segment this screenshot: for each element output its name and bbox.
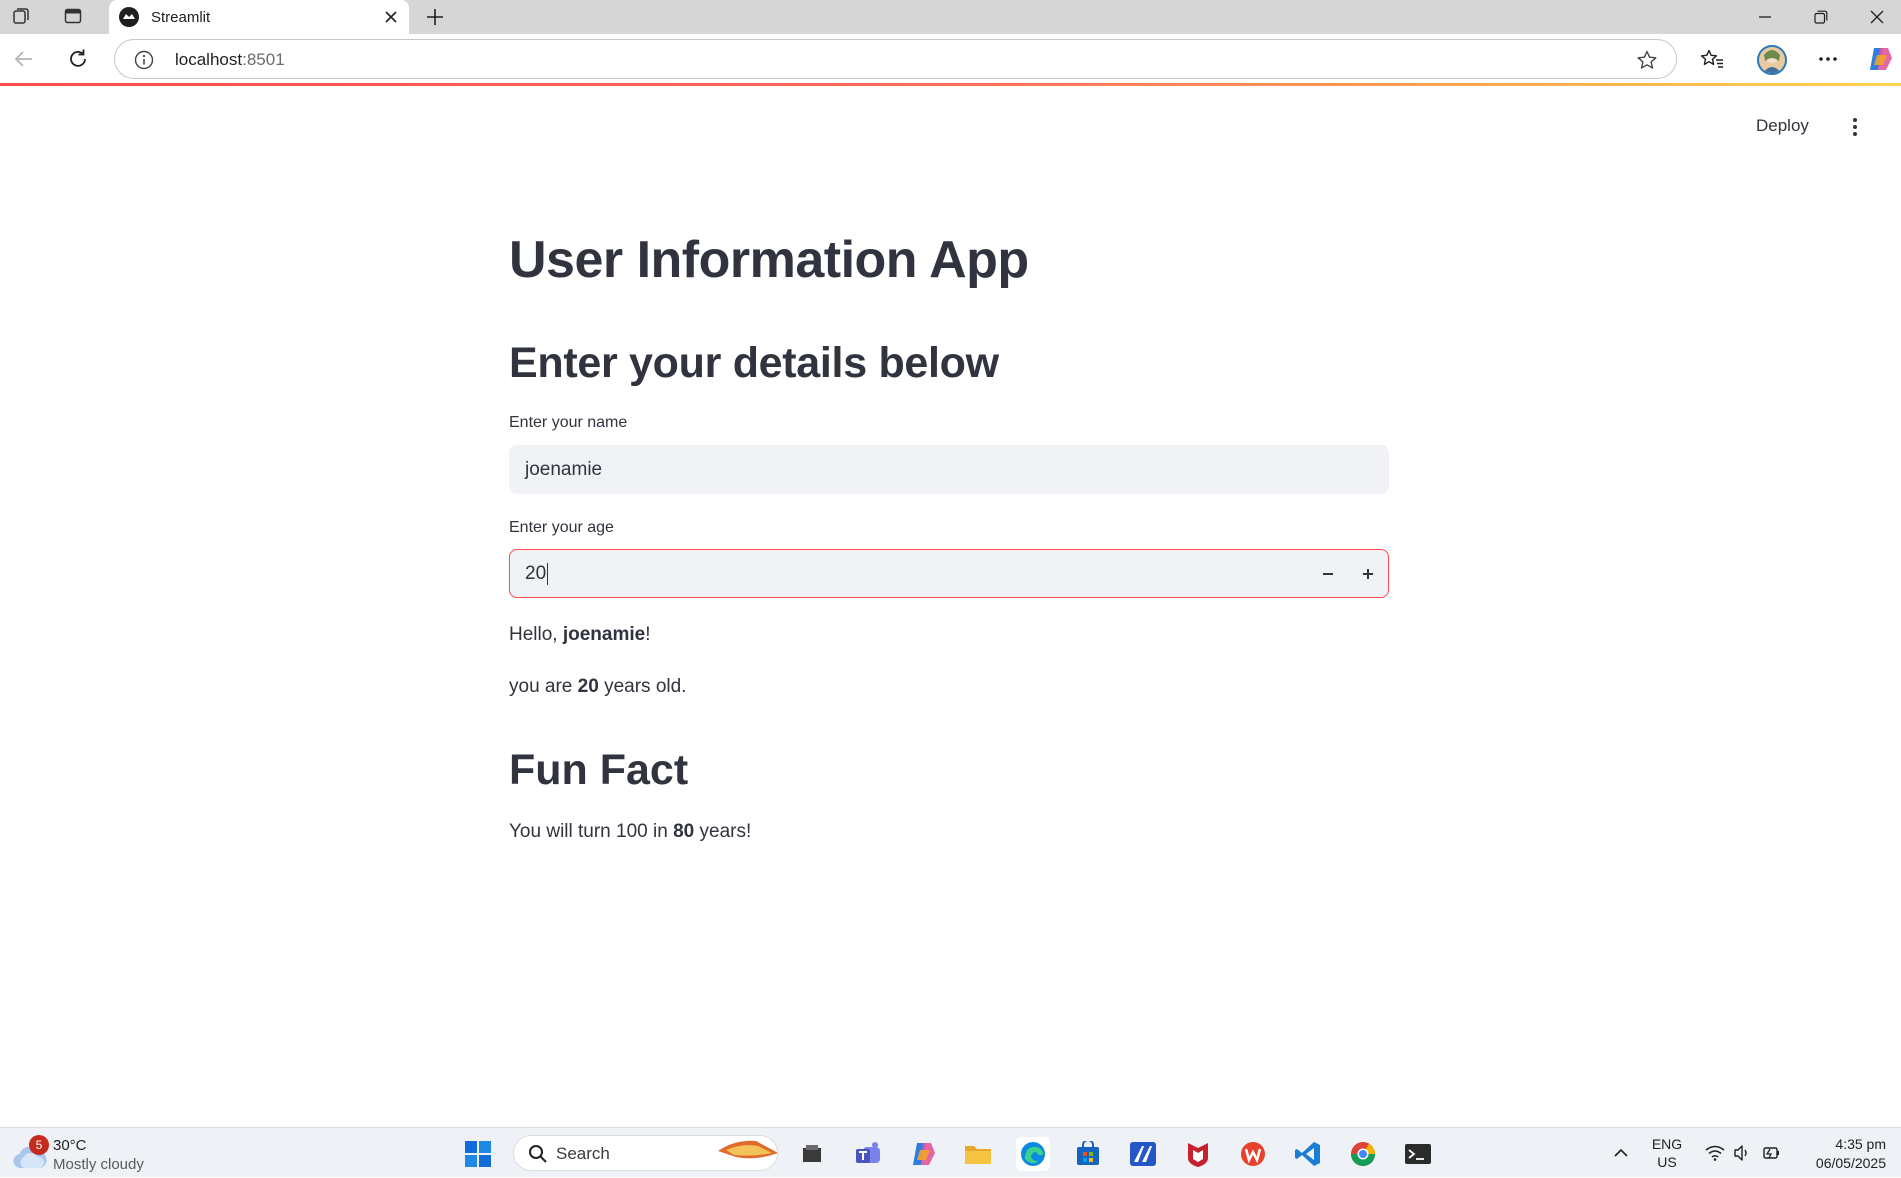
copilot-icon[interactable] [1866, 45, 1894, 73]
weather-alert-badge: 5 [29, 1135, 49, 1155]
vscode-icon[interactable] [1291, 1137, 1325, 1171]
url-port: :8501 [242, 50, 285, 69]
tab-title: Streamlit [151, 8, 211, 26]
greeting-suffix: ! [645, 624, 651, 645]
main-menu-icon[interactable] [1850, 116, 1860, 138]
profile-avatar[interactable] [1757, 45, 1787, 75]
fun-fact-years: 80 [673, 821, 695, 842]
chevron-up-icon[interactable] [1608, 1128, 1634, 1178]
file-explorer-icon[interactable] [795, 1137, 829, 1171]
teams-icon[interactable] [851, 1137, 885, 1171]
language-indicator[interactable]: ENG US [1642, 1135, 1692, 1171]
close-tab-icon[interactable] [381, 7, 401, 27]
deploy-button[interactable]: Deploy [1756, 116, 1809, 136]
search-highlight-icon [716, 1137, 780, 1161]
subheader: Enter your details below [509, 339, 999, 387]
increment-button[interactable] [1348, 550, 1388, 597]
region-code: US [1657, 1154, 1677, 1170]
back-icon[interactable] [8, 43, 40, 75]
weather-temperature: 30°C [53, 1137, 87, 1154]
more-menu-icon[interactable] [1812, 43, 1844, 75]
age-input-value: 20 [525, 562, 547, 584]
fun-fact-text: You will turn 100 in 80 years! [509, 821, 751, 843]
age-text-suffix: years old. [598, 676, 687, 697]
language-code: ENG [1651, 1136, 1683, 1152]
streamlit-app: Deploy User Information App Enter your d… [0, 86, 1901, 1127]
tab-actions-icon[interactable] [58, 3, 88, 29]
fun-fact-heading: Fun Fact [509, 746, 689, 794]
favorites-icon[interactable] [1696, 43, 1728, 75]
copilot-app-icon[interactable] [906, 1137, 940, 1171]
volume-icon[interactable] [1731, 1128, 1755, 1178]
clock-date: 06/05/2025 [1815, 1155, 1886, 1171]
weather-widget[interactable]: 5 30°C Mostly cloudy [12, 1135, 162, 1173]
clock-time: 4:35 pm [1835, 1136, 1886, 1152]
edge-icon[interactable] [1016, 1137, 1050, 1171]
workspaces-icon[interactable] [6, 3, 36, 29]
favorite-star-icon[interactable] [1636, 49, 1658, 71]
search-icon [528, 1144, 548, 1164]
tab-streamlit[interactable]: Streamlit [109, 0, 409, 34]
name-input-value: joenamie [525, 458, 603, 480]
chrome-icon[interactable] [1346, 1137, 1380, 1171]
age-text-prefix: you are [509, 676, 578, 697]
app-icon[interactable] [1126, 1137, 1160, 1171]
new-tab-icon[interactable] [420, 2, 450, 32]
close-window-icon[interactable] [1849, 0, 1901, 34]
system-clock[interactable]: 4:35 pm 06/05/2025 [1790, 1135, 1886, 1173]
restore-icon[interactable] [1793, 0, 1849, 34]
refresh-icon[interactable] [62, 43, 94, 75]
age-label: Enter your age [509, 519, 614, 536]
streamlit-favicon-icon [119, 7, 139, 27]
name-input[interactable]: joenamie [509, 445, 1389, 494]
windows-taskbar: 5 30°C Mostly cloudy Search ENG US 4:35 … [0, 1127, 1901, 1177]
folder-icon[interactable] [961, 1137, 995, 1171]
browser-tab-strip: Streamlit [0, 0, 1901, 34]
greeting-prefix: Hello, [509, 624, 563, 645]
minimize-icon[interactable] [1737, 0, 1793, 34]
greeting-text: Hello, joenamie! [509, 624, 651, 646]
age-text-value: 20 [577, 676, 599, 697]
url-host: localhost [175, 50, 243, 69]
fun-fact-prefix: You will turn 100 in [509, 821, 674, 842]
name-label: Enter your name [509, 414, 628, 431]
wifi-icon[interactable] [1703, 1128, 1727, 1178]
store-icon[interactable] [1071, 1137, 1105, 1171]
battery-icon[interactable] [1759, 1128, 1783, 1178]
greeting-name: joenamie [562, 624, 646, 645]
terminal-icon[interactable] [1401, 1137, 1435, 1171]
wps-icon[interactable] [1236, 1137, 1270, 1171]
search-label: Search [556, 1144, 610, 1163]
fun-fact-suffix: years! [694, 821, 752, 842]
address-bar[interactable]: localhost:8501 [114, 39, 1677, 79]
mcafee-icon[interactable] [1181, 1137, 1215, 1171]
url-text: localhost:8501 [175, 50, 285, 70]
age-number-input[interactable]: 20 [509, 549, 1389, 598]
site-info-icon[interactable] [133, 49, 155, 71]
decrement-button[interactable] [1308, 550, 1348, 597]
browser-toolbar: localhost:8501 [0, 34, 1901, 84]
page-title: User Information App [509, 231, 1029, 289]
age-text: you are 20 years old. [509, 676, 686, 698]
weather-description: Mostly cloudy [53, 1156, 144, 1173]
text-caret [547, 562, 549, 585]
start-icon[interactable] [461, 1137, 495, 1171]
